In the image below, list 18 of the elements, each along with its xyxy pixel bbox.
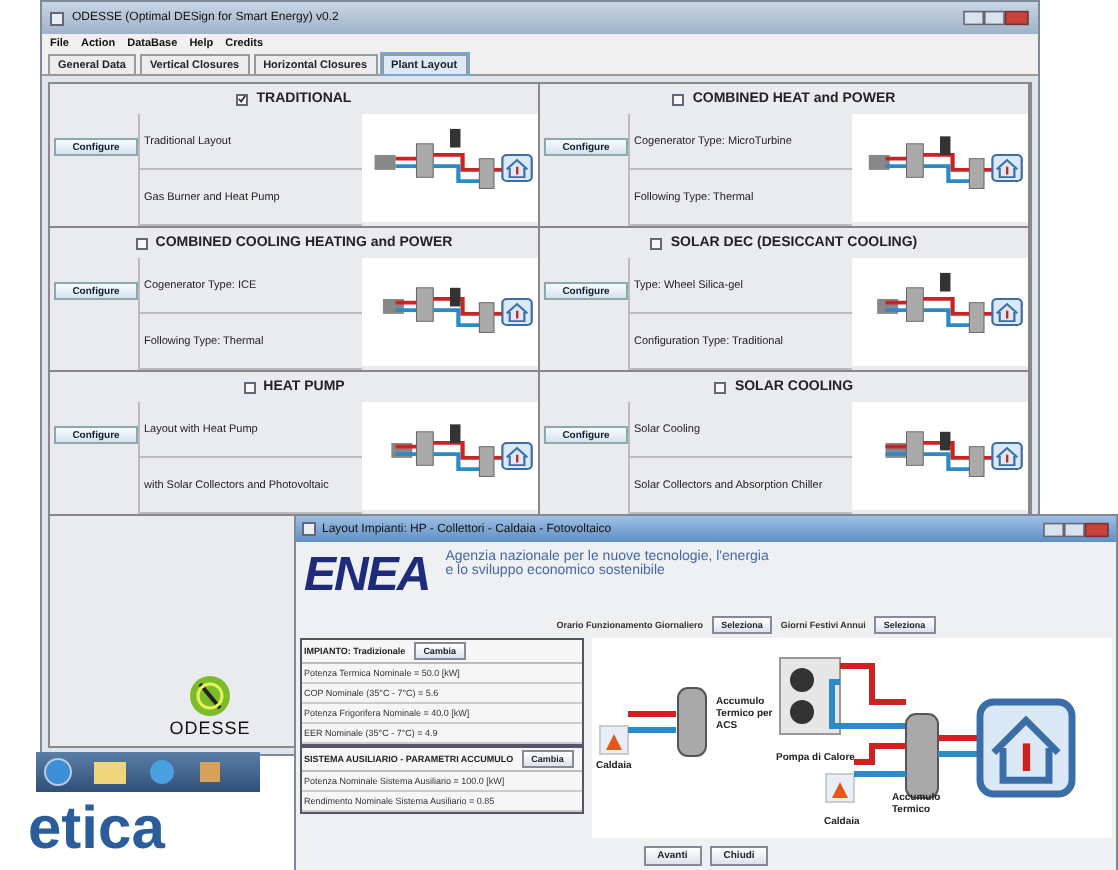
checkbox[interactable]: [672, 93, 685, 105]
start-icon[interactable]: [44, 758, 72, 786]
app-icon: [302, 522, 316, 536]
checkbox[interactable]: [243, 381, 256, 393]
enea-logo: ENEA: [304, 548, 430, 604]
caption-text: etica: [28, 800, 165, 860]
app-icon: [50, 11, 64, 25]
checkbox[interactable]: [714, 381, 727, 393]
odesse-logo-icon: [188, 674, 232, 718]
checkbox[interactable]: [135, 237, 148, 249]
window-controls-icon[interactable]: [1042, 521, 1110, 537]
app-icon[interactable]: [196, 758, 224, 786]
folder-icon[interactable]: [92, 758, 128, 786]
checkbox[interactable]: [650, 237, 663, 249]
browser-icon[interactable]: [148, 758, 176, 786]
window-controls-icon[interactable]: [962, 10, 1030, 26]
checkbox[interactable]: [236, 93, 249, 105]
logo-text: ODESSE: [169, 718, 251, 738]
